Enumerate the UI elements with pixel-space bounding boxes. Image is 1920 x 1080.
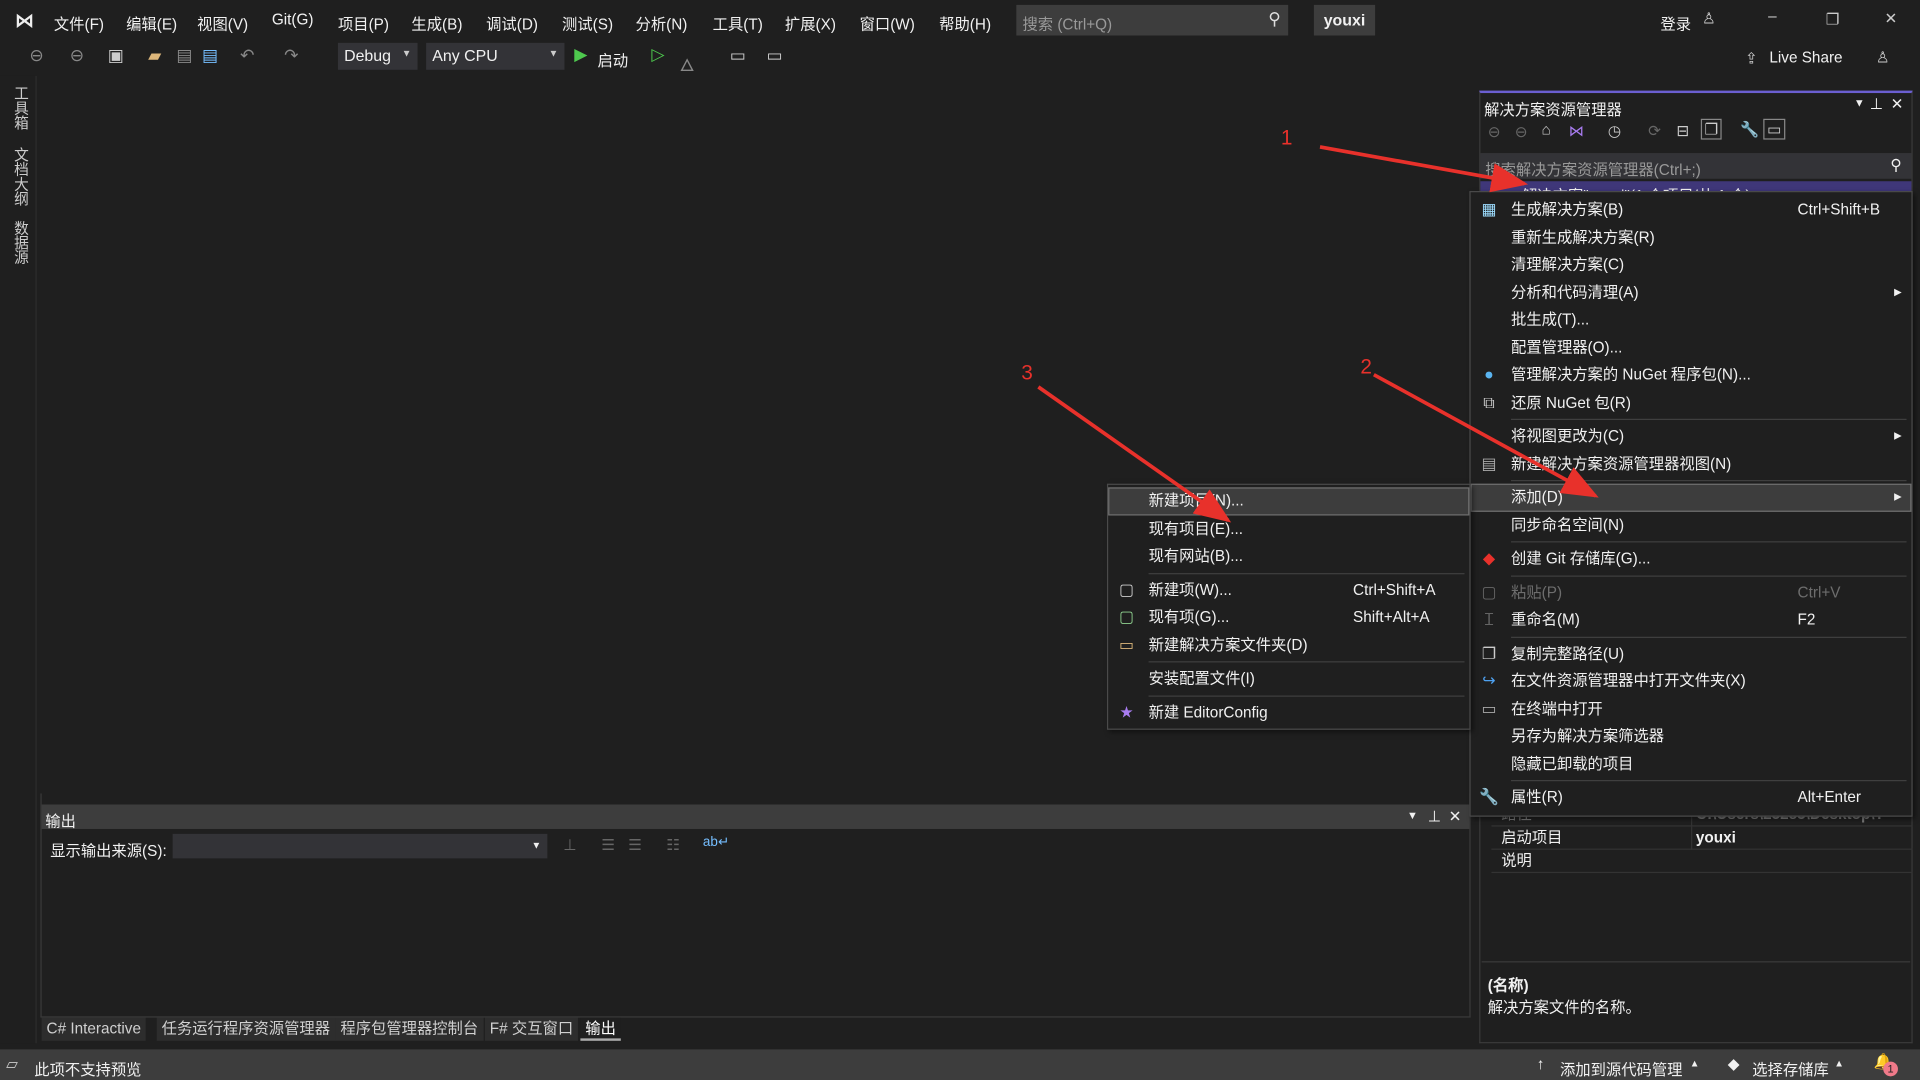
annotation-arrow-2 bbox=[1372, 373, 1599, 498]
annotation-label-3: 3 bbox=[1021, 362, 1033, 385]
annotation-arrow-3 bbox=[1037, 385, 1232, 523]
visual-studio-window: ⋈ 文件(F) 编辑(E) 视图(V) Git(G) 项目(P) 生成(B) 调试(D) 测试… bbox=[0, 0, 1920, 1080]
annotation-label-1: 1 bbox=[1281, 126, 1293, 149]
annotation-arrow-1 bbox=[1319, 145, 1529, 193]
annotation-label-2: 2 bbox=[1360, 355, 1372, 378]
annotation-overlay: 1 2 3 bbox=[1021, 126, 1599, 523]
